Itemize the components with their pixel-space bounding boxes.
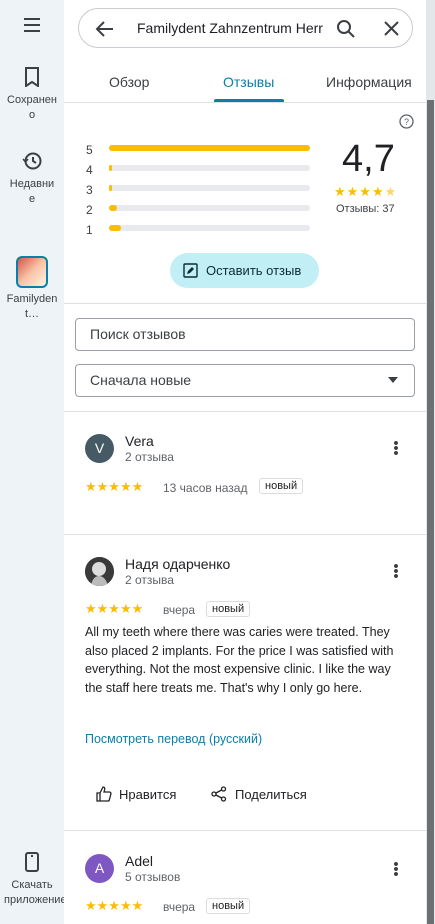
phone-icon	[25, 852, 39, 872]
share-label: Поделиться	[235, 787, 307, 802]
divider	[64, 303, 426, 304]
reviewer-name[interactable]: Adel	[125, 853, 153, 869]
rating-row-bar[interactable]	[109, 165, 310, 171]
tab-bar: Обзор Отзывы Информация	[64, 62, 426, 103]
rating-row-label: 2	[86, 203, 93, 217]
review-time: вчера	[163, 603, 196, 617]
like-label: Нравится	[119, 787, 177, 802]
review-time: 13 часов назад	[163, 481, 248, 495]
close-icon[interactable]	[383, 20, 400, 37]
translate-link[interactable]: Посмотреть перевод (русский)	[85, 732, 262, 746]
saved-label: Сохранено	[7, 94, 57, 121]
search-input[interactable]: Familydent Zahnzentrum Herr	[137, 20, 327, 36]
rating-row-label: 3	[86, 183, 93, 197]
panel-scrollbar[interactable]	[427, 100, 434, 924]
rating-row-bar[interactable]	[109, 225, 310, 231]
sort-selected: Сначала новые	[90, 372, 192, 388]
avatar[interactable]	[85, 557, 114, 586]
thumbs-up-icon	[96, 786, 112, 802]
avatar[interactable]: A	[85, 854, 114, 883]
get-app-label: Скачать приложение	[4, 879, 67, 906]
user-photo-icon	[85, 557, 114, 586]
edit-review-icon	[183, 263, 198, 278]
rating-row-fill	[109, 185, 112, 191]
more-options-icon[interactable]: • • •	[390, 559, 402, 584]
menu-icon	[24, 18, 40, 32]
review-stars: ★★★★★	[85, 601, 144, 616]
reviewer-meta: 5 отзывов	[125, 870, 181, 884]
recent-label: Недавние	[9, 178, 55, 205]
place-thumbnail	[16, 256, 48, 288]
more-options-icon[interactable]: • • •	[390, 436, 402, 461]
review-text: All my teeth where there was caries were…	[85, 625, 394, 695]
new-badge: новый	[259, 478, 304, 494]
svg-text:?: ?	[404, 117, 409, 127]
rating-row-fill	[109, 165, 112, 171]
place-button[interactable]: Familydent…	[0, 256, 64, 322]
tab-reviews[interactable]: Отзывы	[223, 74, 274, 90]
rating-row-fill	[109, 145, 310, 151]
rating-row-bar[interactable]	[109, 205, 310, 211]
avatar[interactable]: V	[85, 434, 114, 463]
map-edge	[426, 0, 435, 924]
share-icon	[211, 786, 227, 802]
divider	[64, 830, 426, 831]
left-rail: Сохранено Недавние Familydent… Скачать п…	[0, 0, 67, 924]
dropdown-arrow-icon	[388, 377, 398, 383]
review-stars: ★★★★★	[85, 898, 144, 913]
help-icon[interactable]: ?	[399, 114, 414, 129]
divider	[64, 411, 426, 412]
back-arrow-icon[interactable]	[95, 19, 115, 39]
tab-overview[interactable]: Обзор	[109, 74, 149, 90]
rating-row-label: 5	[86, 143, 93, 157]
review-time: вчера	[163, 900, 196, 914]
reviewer-name[interactable]: Надя одарченко	[125, 556, 230, 572]
rating-row-bar[interactable]	[109, 145, 310, 151]
search-icon[interactable]	[336, 19, 356, 39]
reviewer-meta: 2 отзыва	[125, 573, 174, 587]
review-search-input[interactable]: Поиск отзывов	[75, 318, 415, 351]
place-panel: Familydent Zahnzentrum Herr Обзор Отзывы…	[64, 0, 426, 924]
recent-button[interactable]: Недавние	[0, 151, 64, 207]
place-label: Familydent…	[6, 293, 58, 320]
new-badge: новый	[206, 601, 251, 617]
rating-row-label: 4	[86, 163, 93, 177]
tab-info[interactable]: Информация	[326, 74, 412, 90]
history-icon	[22, 152, 42, 170]
search-box[interactable]: Familydent Zahnzentrum Herr	[78, 8, 413, 48]
rating-row-bar[interactable]	[109, 185, 310, 191]
divider	[64, 534, 426, 535]
average-rating: 4,7	[342, 138, 395, 180]
review-search-placeholder: Поиск отзывов	[90, 326, 186, 342]
active-tab-indicator	[214, 99, 284, 102]
saved-button[interactable]: Сохранено	[0, 67, 64, 123]
review-stars: ★★★★★	[85, 479, 144, 494]
write-review-button[interactable]: Оставить отзыв	[170, 253, 319, 288]
reviewer-name[interactable]: Vera	[125, 433, 154, 449]
more-options-icon[interactable]: • • •	[390, 857, 402, 882]
rating-row-label: 1	[86, 223, 93, 237]
new-badge: новый	[206, 898, 251, 914]
rating-row-fill	[109, 205, 118, 211]
get-app-button[interactable]: Скачать приложение	[0, 852, 67, 908]
reviews-count: Отзывы: 37	[336, 203, 395, 215]
sort-select[interactable]: Сначала новые	[75, 364, 415, 397]
menu-button[interactable]	[0, 15, 64, 35]
bookmark-icon	[25, 67, 39, 87]
write-review-label: Оставить отзыв	[206, 263, 302, 278]
rating-row-fill	[109, 225, 122, 231]
reviewer-meta: 2 отзыва	[125, 450, 174, 464]
average-stars: ★★★★★	[334, 184, 398, 199]
